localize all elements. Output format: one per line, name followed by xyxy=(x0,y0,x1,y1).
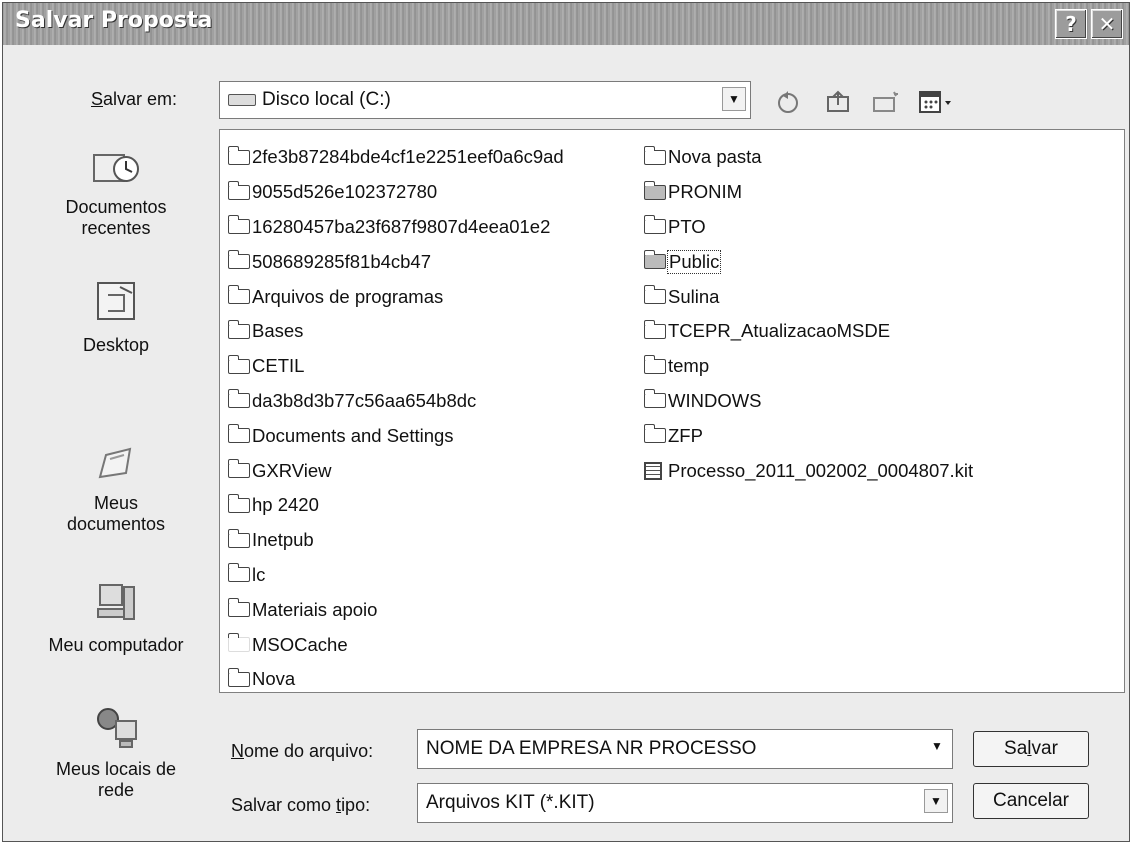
list-item[interactable]: GXRView xyxy=(227,453,564,488)
close-icon: ✕ xyxy=(1098,12,1116,36)
save-in-dropdown[interactable]: Disco local (C:) ▼ xyxy=(219,81,751,119)
save-button[interactable]: Sa l var xyxy=(973,731,1089,767)
drive-icon xyxy=(228,94,256,106)
sidebar-item-my-documents[interactable]: Meus documentos xyxy=(23,437,209,535)
kit-file-icon xyxy=(644,461,662,480)
folder-icon xyxy=(227,667,250,687)
new-folder-icon[interactable] xyxy=(871,89,901,121)
list-item[interactable]: Bases xyxy=(227,314,564,349)
folder-icon xyxy=(643,389,666,409)
filetype-label: Salvar como tipo: xyxy=(231,795,371,815)
desktop-icon xyxy=(86,279,146,329)
list-item[interactable]: ZFP xyxy=(643,418,973,453)
list-item[interactable]: temp xyxy=(643,349,973,384)
folder-icon xyxy=(643,285,666,305)
folder-icon xyxy=(227,563,250,583)
list-item[interactable]: TCEPR_AtualizacaoMSDE xyxy=(643,314,973,349)
file-list[interactable]: 2fe3b87284bde4cf1e2251eef0a6c9ad 9055d52… xyxy=(219,129,1125,693)
list-item[interactable]: WINDOWS xyxy=(643,384,973,419)
list-item[interactable]: Arquivos de programas xyxy=(227,279,564,314)
list-item[interactable]: 508689285f81b4cb47 xyxy=(227,244,564,279)
sidebar-item-network-places[interactable]: Meus locais de rede xyxy=(23,703,209,801)
recent-documents-icon xyxy=(86,141,146,191)
close-button[interactable]: ✕ xyxy=(1091,9,1123,39)
list-item-selected[interactable]: Public xyxy=(643,244,973,279)
save-in-label: Salvar em: xyxy=(91,89,178,109)
folder-icon xyxy=(227,598,250,618)
help-button[interactable]: ? xyxy=(1055,9,1087,39)
shared-folder-icon xyxy=(643,250,666,270)
hidden-folder-icon xyxy=(227,633,250,653)
folder-icon xyxy=(227,424,250,444)
title-bar[interactable]: Salvar Proposta ? ✕ xyxy=(3,3,1129,45)
sidebar-item-my-computer[interactable]: Meu computador xyxy=(23,579,209,656)
folder-icon xyxy=(227,493,250,513)
folder-icon xyxy=(227,180,250,200)
filename-input[interactable]: NOME DA EMPRESA NR PROCESSO ▼ xyxy=(417,729,953,769)
list-item[interactable]: 16280457ba23f687f9807d4eea01e2 xyxy=(227,210,564,245)
folder-icon xyxy=(227,528,250,548)
folder-icon xyxy=(227,215,250,235)
network-places-icon xyxy=(86,703,146,753)
sidebar-item-desktop[interactable]: Desktop xyxy=(23,279,209,356)
filename-label: Nome do arquivo: xyxy=(231,741,374,761)
folder-icon xyxy=(643,215,666,235)
folder-icon xyxy=(227,459,250,479)
list-item[interactable]: 9055d526e102372780 xyxy=(227,175,564,210)
list-item[interactable]: hp 2420 xyxy=(227,488,564,523)
help-icon: ? xyxy=(1065,12,1077,36)
list-item[interactable]: 2fe3b87284bde4cf1e2251eef0a6c9ad xyxy=(227,140,564,175)
folder-icon xyxy=(227,354,250,374)
window-title: Salvar Proposta xyxy=(15,8,213,33)
chevron-down-icon[interactable]: ▼ xyxy=(924,789,948,813)
back-icon[interactable] xyxy=(775,89,801,121)
list-item[interactable]: PTO xyxy=(643,210,973,245)
list-item[interactable]: da3b8d3b77c56aa654b8dc xyxy=(227,384,564,419)
chevron-down-icon[interactable]: ▼ xyxy=(722,87,746,111)
folder-icon xyxy=(643,319,666,339)
chevron-down-icon[interactable]: ▼ xyxy=(926,735,948,757)
filetype-value: Arquivos KIT (*.KIT) xyxy=(426,792,595,813)
up-folder-icon[interactable] xyxy=(825,89,853,121)
folder-icon xyxy=(227,145,250,165)
list-item[interactable]: MSOCache xyxy=(227,627,564,662)
list-item[interactable]: Documents and Settings xyxy=(227,418,564,453)
folder-icon xyxy=(643,424,666,444)
list-item[interactable]: PRONIM xyxy=(643,175,973,210)
view-menu-icon[interactable] xyxy=(917,89,957,121)
folder-icon xyxy=(227,319,250,339)
list-item[interactable]: Processo_2011_002002_0004807.kit xyxy=(644,453,973,488)
my-computer-icon xyxy=(86,579,146,629)
cancel-button[interactable]: Cancelar xyxy=(973,783,1089,819)
folder-icon xyxy=(643,354,666,374)
save-dialog: Salvar Proposta ? ✕ Salvar em: Disco loc… xyxy=(2,2,1130,842)
filetype-dropdown[interactable]: Arquivos KIT (*.KIT) ▼ xyxy=(417,783,953,823)
folder-icon xyxy=(227,250,250,270)
save-in-value: Disco local (C:) xyxy=(262,89,391,110)
list-item[interactable]: Inetpub xyxy=(227,523,564,558)
file-column-1: 2fe3b87284bde4cf1e2251eef0a6c9ad 9055d52… xyxy=(227,140,564,697)
list-item[interactable]: lc xyxy=(227,558,564,593)
folder-icon xyxy=(227,389,250,409)
list-item[interactable]: Nova pasta xyxy=(643,140,973,175)
filename-value: NOME DA EMPRESA NR PROCESSO xyxy=(426,738,757,759)
list-item[interactable]: Nova xyxy=(227,662,564,697)
shared-folder-icon xyxy=(643,180,666,200)
sidebar-item-recent-documents[interactable]: Documentos recentes xyxy=(23,141,209,239)
folder-icon xyxy=(643,145,666,165)
list-item[interactable]: CETIL xyxy=(227,349,564,384)
my-documents-icon xyxy=(86,437,146,487)
folder-icon xyxy=(227,285,250,305)
file-column-2: Nova pasta PRONIM PTO Public Sulina TCEP… xyxy=(643,140,973,488)
list-item[interactable]: Materiais apoio xyxy=(227,592,564,627)
list-item[interactable]: Sulina xyxy=(643,279,973,314)
